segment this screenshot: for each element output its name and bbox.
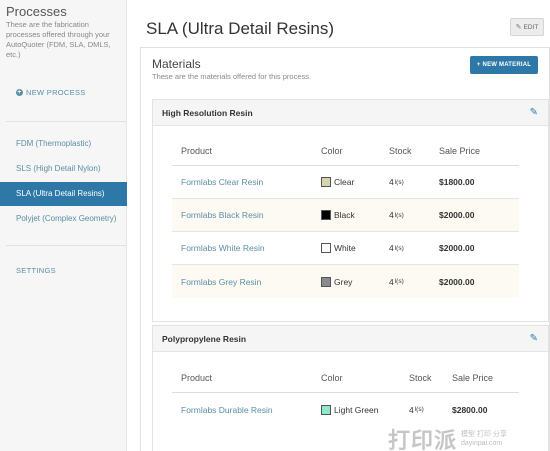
group-header: High Resolution Resin ✎ xyxy=(153,100,548,126)
table-row: Formlabs Black Resin Black 4 l(s) $2000.… xyxy=(172,199,519,232)
stock-value: 4 xyxy=(389,276,394,287)
column-header-color: Color xyxy=(321,372,343,383)
sale-price: $2000.00 xyxy=(439,243,475,253)
stock-cell: 4 l(s) xyxy=(389,199,404,231)
materials-description: These are the materials offered for this… xyxy=(152,72,312,81)
edit-process-button[interactable]: ✎ EDIT xyxy=(510,18,544,36)
pencil-icon: ✎ xyxy=(515,24,522,31)
color-label: Light Green xyxy=(334,404,379,415)
color-swatch xyxy=(321,276,331,287)
sale-price: $2800.00 xyxy=(452,404,488,415)
color-cell: Grey xyxy=(321,265,352,298)
sidebar-item-sla[interactable]: SLA (Ultra Detail Resins) xyxy=(0,182,127,206)
product-link[interactable]: Formlabs Clear Resin xyxy=(181,166,263,198)
stock-unit: l(s) xyxy=(394,244,404,252)
materials-table: Product Color Stock Sale Price Formlabs … xyxy=(172,136,519,298)
table-header: Product Color Stock Sale Price xyxy=(172,136,519,166)
color-swatch xyxy=(321,404,331,415)
color-swatch xyxy=(321,243,331,253)
sidebar-title: Processes xyxy=(6,4,67,19)
color-label: Black xyxy=(334,210,355,220)
watermark-line: dayinpai.com xyxy=(461,440,503,447)
new-material-label: NEW MATERIAL xyxy=(482,62,532,68)
stock-unit: l(s) xyxy=(414,406,424,413)
sidebar-item-polyjet[interactable]: Polyjet (Complex Geometry) xyxy=(0,207,127,231)
stock-value: 4 xyxy=(389,243,394,253)
column-header-sale-price: Sale Price xyxy=(452,372,494,383)
product-link[interactable]: Formlabs Durable Resin xyxy=(181,393,273,426)
color-cell: White xyxy=(321,232,356,264)
table-row: Formlabs Clear Resin Clear 4 l(s) $1800.… xyxy=(172,166,519,199)
column-header-product: Product xyxy=(181,372,213,383)
watermark-text: 打印派 xyxy=(388,428,458,451)
sidebar-description: These are the fabrication processes offe… xyxy=(6,20,111,59)
color-label: Grey xyxy=(334,276,353,287)
plus-circle-icon: + xyxy=(16,89,23,96)
stock-unit: l(s) xyxy=(394,178,404,186)
column-header-color: Color xyxy=(321,145,343,156)
new-process-label: NEW PROCESS xyxy=(26,88,86,97)
watermark-caption: 模型 打印 分享 dayinpai.com xyxy=(461,430,507,448)
group-name: Polypropylene Resin xyxy=(162,334,247,344)
sidebar: Processes These are the fabrication proc… xyxy=(0,0,127,451)
stock-unit: l(s) xyxy=(394,278,404,285)
sidebar-divider xyxy=(6,245,126,246)
page-title: SLA (Ultra Detail Resins) xyxy=(146,19,335,38)
product-link[interactable]: Formlabs White Resin xyxy=(181,232,265,264)
sidebar-settings-link[interactable]: SETTINGS xyxy=(16,266,56,275)
sidebar-divider xyxy=(6,121,126,122)
color-label: Clear xyxy=(334,177,355,187)
table-header: Product Color Stock Sale Price xyxy=(172,363,519,393)
column-header-product: Product xyxy=(181,145,213,156)
stock-value: 4 xyxy=(409,404,414,415)
stock-value: 4 xyxy=(389,177,394,187)
column-header-stock: Stock xyxy=(409,372,432,383)
materials-table: Product Color Stock Sale Price Formlabs … xyxy=(172,363,519,426)
color-swatch xyxy=(321,177,331,187)
sale-price: $2000.00 xyxy=(439,210,475,220)
table-row: Formlabs White Resin White 4 l(s) $2000.… xyxy=(172,232,519,265)
watermark-line: 模型 打印 分享 xyxy=(461,431,507,438)
product-link[interactable]: Formlabs Grey Resin xyxy=(181,265,261,298)
color-cell: Light Green xyxy=(321,393,378,426)
sale-price: $1800.00 xyxy=(439,177,475,187)
stock-cell: 4 l(s) xyxy=(389,166,404,198)
table-row: Formlabs Grey Resin Grey 4 l(s) $2000.00 xyxy=(172,265,519,298)
plus-icon: + xyxy=(476,62,481,68)
color-cell: Clear xyxy=(321,166,354,198)
column-header-sale-price: Sale Price xyxy=(439,145,481,156)
material-group-high-resolution: High Resolution Resin ✎ Product Color St… xyxy=(152,99,549,322)
materials-panel: Materials These are the materials offere… xyxy=(140,47,550,451)
stock-cell: 4 l(s) xyxy=(409,393,424,426)
sale-price: $2000.00 xyxy=(439,276,475,287)
group-name: High Resolution Resin xyxy=(162,108,253,118)
color-cell: Black xyxy=(321,199,355,231)
new-process-button[interactable]: + NEW PROCESS xyxy=(16,88,86,97)
edit-label: EDIT xyxy=(523,23,539,31)
stock-cell: 4 l(s) xyxy=(389,232,404,264)
sidebar-item-fdm[interactable]: FDM (Thermoplastic) xyxy=(0,132,127,156)
pencil-icon[interactable]: ✎ xyxy=(530,333,538,344)
column-header-stock: Stock xyxy=(389,145,412,156)
group-header: Polypropylene Resin ✎ xyxy=(153,326,548,352)
watermark-logo: 打印派 模型 打印 分享 dayinpai.com xyxy=(388,423,507,451)
sidebar-item-sls[interactable]: SLS (High Detail Nylon) xyxy=(0,157,127,181)
materials-title: Materials xyxy=(152,57,201,71)
table-row: Formlabs Durable Resin Light Green 4 l(s… xyxy=(172,393,519,426)
new-material-button[interactable]: + NEW MATERIAL xyxy=(470,56,538,74)
stock-cell: 4 l(s) xyxy=(389,265,404,298)
color-swatch xyxy=(321,210,331,220)
color-label: White xyxy=(334,243,356,253)
stock-value: 4 xyxy=(389,210,394,220)
product-link[interactable]: Formlabs Black Resin xyxy=(181,199,264,231)
stock-unit: l(s) xyxy=(394,211,404,219)
pencil-icon[interactable]: ✎ xyxy=(530,107,538,118)
